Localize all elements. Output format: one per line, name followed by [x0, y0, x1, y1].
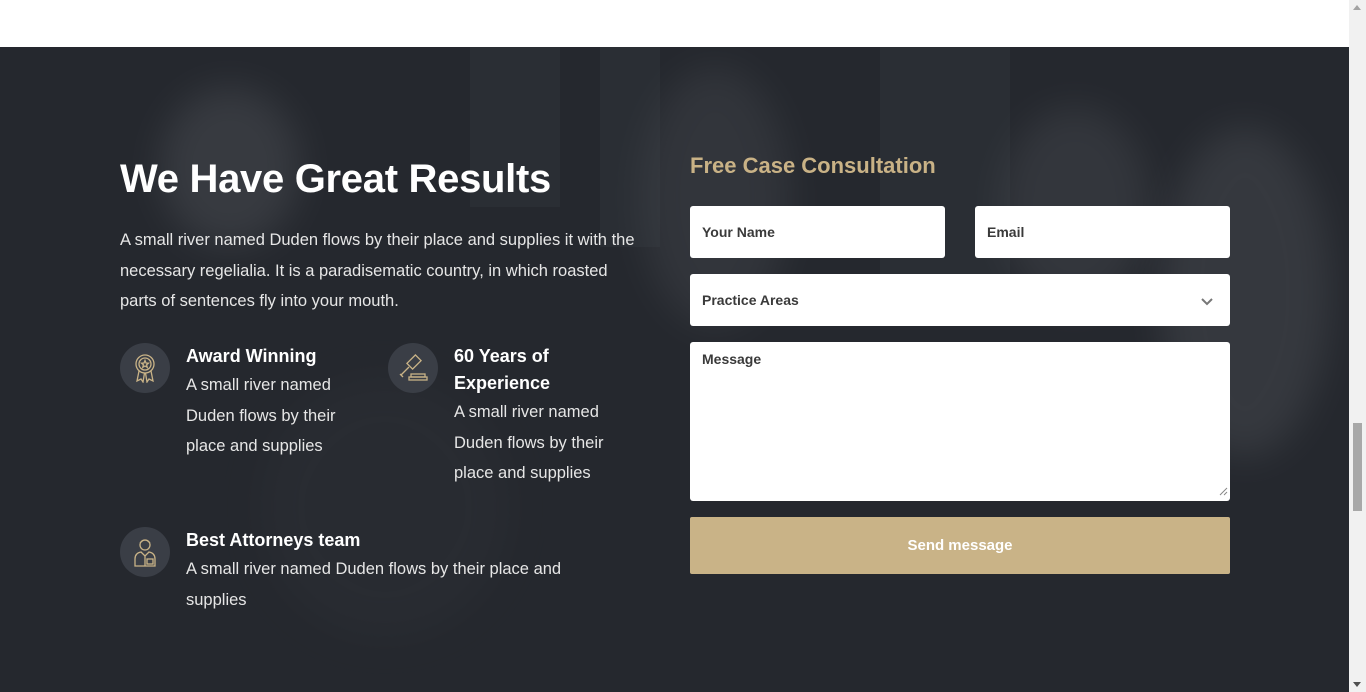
send-message-button[interactable]: Send message: [690, 517, 1230, 574]
top-strip: [0, 0, 1349, 47]
scroll-down-arrow-icon[interactable]: [1353, 682, 1361, 687]
feature-attorneys: Best Attorneys team A small river named …: [120, 527, 620, 627]
feature-award-winning: Award Winning A small river named Duden …: [120, 343, 350, 483]
message-textarea[interactable]: Message: [690, 342, 1230, 501]
email-placeholder: Email: [987, 224, 1025, 240]
award-ribbon-icon: [120, 343, 170, 393]
gavel-icon: [388, 343, 438, 393]
resize-grip-icon[interactable]: [1219, 483, 1228, 499]
feature-title: Best Attorneys team: [186, 530, 361, 550]
practice-areas-select[interactable]: Practice Areas: [690, 274, 1230, 326]
name-input[interactable]: Your Name: [690, 206, 945, 258]
feature-text: A small river named Duden flows by their…: [186, 376, 336, 455]
email-input[interactable]: Email: [975, 206, 1230, 258]
scrollbar-thumb[interactable]: [1353, 423, 1362, 511]
feature-experience: 60 Years of Experience A small river nam…: [388, 343, 638, 503]
practice-selected-value: Practice Areas: [702, 292, 799, 308]
feature-text: A small river named Duden flows by their…: [454, 403, 604, 482]
message-placeholder: Message: [702, 351, 762, 367]
feature-title: Award Winning: [186, 346, 317, 366]
results-section: We Have Great Results A small river name…: [0, 47, 1349, 692]
form-title: Free Case Consultation: [690, 153, 936, 178]
name-placeholder: Your Name: [702, 224, 775, 240]
section-intro: A small river named Duden flows by their…: [120, 231, 635, 310]
scroll-up-arrow-icon[interactable]: [1353, 5, 1361, 10]
feature-text: A small river named Duden flows by their…: [186, 560, 562, 609]
page-scrollbar[interactable]: [1349, 0, 1366, 692]
feature-title: 60 Years of Experience: [454, 346, 551, 393]
attorney-icon: [120, 527, 170, 577]
section-heading: We Have Great Results: [120, 157, 551, 201]
chevron-down-icon: [1200, 294, 1214, 310]
